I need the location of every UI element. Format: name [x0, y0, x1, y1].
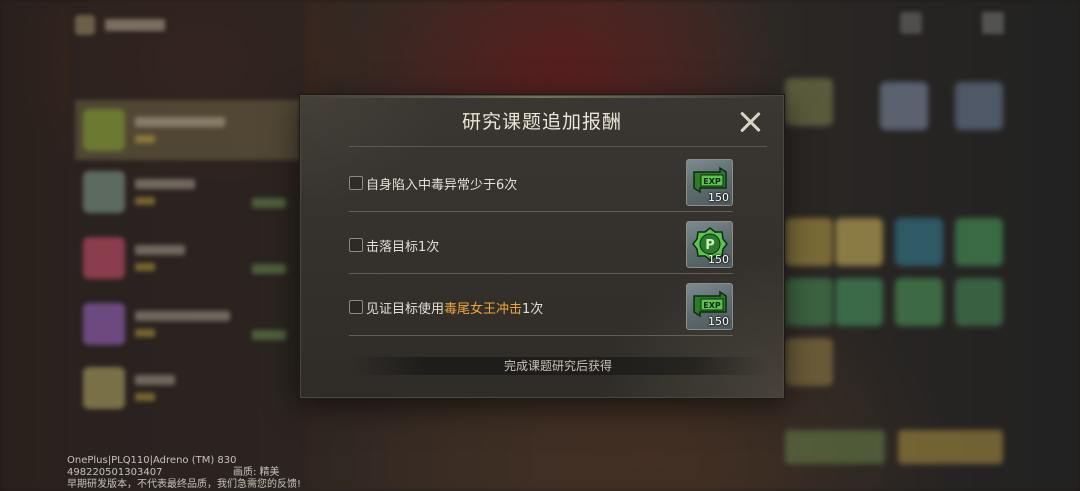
device-info: OnePlus|PLQ110|Adreno (TM) 830: [67, 455, 237, 466]
task-checkbox[interactable]: [349, 176, 363, 190]
left-panel-header: [75, 10, 295, 40]
disclaimer-text: 早期研发版本，不代表最终品质，我们急需您的反馈!: [67, 479, 302, 490]
category-icon: [75, 15, 95, 35]
close-icon-background: [982, 12, 1004, 34]
dialog-top-border: [305, 96, 779, 98]
task-checkbox[interactable]: [349, 300, 363, 314]
reward-tile: [955, 218, 1003, 266]
action-button-blurred: [785, 430, 885, 464]
reward-tile: [785, 218, 833, 266]
monster-thumbnail: [83, 237, 125, 279]
build-info: OnePlus|PLQ110|Adreno (TM) 830 498220501…: [67, 455, 301, 491]
reward-tile: [955, 82, 1003, 130]
svg-text:P: P: [705, 238, 715, 253]
exp-ticket-icon: EXP: [693, 166, 727, 194]
action-button-blurred: [898, 430, 1003, 464]
list-item: [75, 100, 300, 160]
exp-ticket-icon: EXP: [693, 290, 727, 318]
reward-tile: [785, 338, 833, 386]
task-row: 自身陷入中毒异常少于6次 EXP 150: [349, 150, 733, 212]
task-text: 自身陷入中毒异常少于6次: [366, 178, 518, 193]
reward-item[interactable]: P 150: [686, 221, 733, 268]
dialog-title: 研究课题追加报酬: [461, 111, 622, 133]
task-checkbox[interactable]: [349, 238, 363, 252]
list-item: [75, 162, 300, 222]
task-row: 击落目标1次 P 150: [349, 212, 733, 274]
row-divider: [349, 335, 733, 336]
reward-quantity: 150: [708, 315, 729, 328]
reward-quantity: 150: [708, 253, 729, 266]
quality-setting: 画质: 精美: [233, 467, 280, 478]
list-item: [75, 358, 300, 418]
category-label-blurred: [105, 19, 165, 31]
svg-text:EXP: EXP: [703, 301, 721, 310]
monster-skill-highlight: 毒尾女王冲击: [444, 302, 523, 317]
reward-tile: [880, 82, 928, 130]
close-button[interactable]: [739, 111, 761, 133]
reward-tile: [895, 278, 943, 326]
task-text: 见证目标使用毒尾女王冲击1次: [366, 302, 544, 317]
task-row: 见证目标使用毒尾女王冲击1次 EXP 150: [349, 274, 733, 336]
dialog-footer-note: 完成课题研究后获得: [349, 357, 767, 375]
reward-quantity: 150: [708, 191, 729, 204]
list-item: [75, 294, 300, 354]
monster-thumbnail: [83, 109, 125, 151]
reward-item[interactable]: EXP 150: [686, 283, 733, 330]
title-divider: [349, 146, 767, 147]
reward-item[interactable]: EXP 150: [686, 159, 733, 206]
menu-icon: [900, 12, 922, 34]
reward-tile: [835, 218, 883, 266]
reward-tile: [955, 278, 1003, 326]
svg-text:EXP: EXP: [703, 177, 721, 186]
reward-tile: [785, 78, 833, 126]
reward-tile: [895, 218, 943, 266]
reward-tile: [785, 278, 833, 326]
list-item: [75, 228, 300, 288]
task-text: 击落目标1次: [366, 240, 440, 255]
research-reward-dialog: 研究课题追加报酬 自身陷入中毒异常少于6次 EXP 150 击落目标1次 P 1…: [300, 95, 784, 398]
monster-thumbnail: [83, 171, 125, 213]
monster-thumbnail: [83, 303, 125, 345]
monster-thumbnail: [83, 367, 125, 409]
reward-tile: [835, 278, 883, 326]
